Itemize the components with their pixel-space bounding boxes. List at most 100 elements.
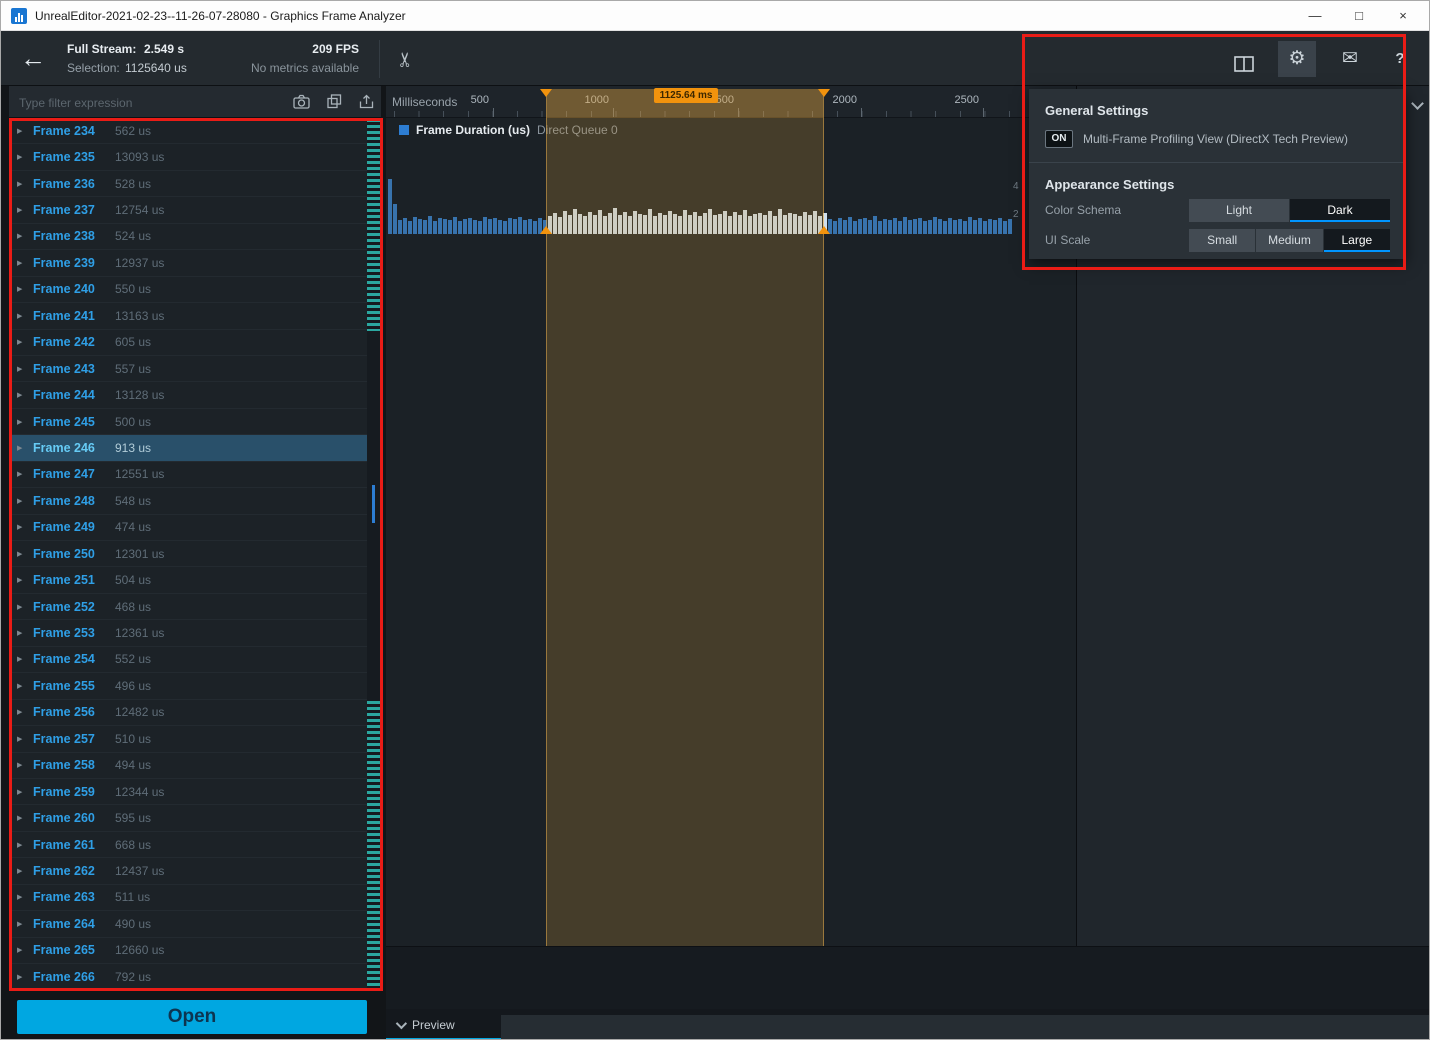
ui-scale-large-button[interactable]: Large (1324, 229, 1390, 252)
expand-arrow-icon[interactable]: ▶ (17, 153, 33, 161)
expand-arrow-icon[interactable]: ▶ (17, 497, 33, 505)
frame-row[interactable]: ▶Frame 257510 us (9, 726, 367, 752)
expand-arrow-icon[interactable]: ▶ (17, 180, 33, 188)
maximize-button[interactable]: □ (1337, 1, 1381, 30)
collapse-panel-chevron-icon[interactable] (1407, 95, 1427, 111)
open-button[interactable]: Open (17, 1000, 367, 1034)
expand-arrow-icon[interactable]: ▶ (17, 682, 33, 690)
expand-arrow-icon[interactable]: ▶ (17, 259, 33, 267)
panel-layout-icon[interactable] (1225, 41, 1263, 77)
expand-arrow-icon[interactable]: ▶ (17, 735, 33, 743)
export-icon[interactable] (359, 94, 374, 109)
frame-row[interactable]: ▶Frame 25312361 us (9, 620, 367, 646)
frame-row[interactable]: ▶Frame 249474 us (9, 515, 367, 541)
frame-name: Frame 253 (33, 626, 105, 640)
expand-arrow-icon[interactable]: ▶ (17, 232, 33, 240)
feedback-mail-icon[interactable]: ✉ (1331, 41, 1369, 77)
copy-icon[interactable] (327, 94, 342, 109)
frame-row[interactable]: ▶Frame 24113163 us (9, 303, 367, 329)
expand-arrow-icon[interactable]: ▶ (17, 708, 33, 716)
frame-row[interactable]: ▶Frame 25012301 us (9, 541, 367, 567)
tab-preview[interactable]: Preview (386, 1009, 501, 1040)
frame-row[interactable]: ▶Frame 24413128 us (9, 382, 367, 408)
expand-arrow-icon[interactable]: ▶ (17, 338, 33, 346)
duration-bar (478, 221, 482, 234)
frame-row[interactable]: ▶Frame 263511 us (9, 885, 367, 911)
ui-scale-small-button[interactable]: Small (1189, 229, 1255, 252)
expand-arrow-icon[interactable]: ▶ (17, 444, 33, 452)
expand-arrow-icon[interactable]: ▶ (17, 946, 33, 954)
expand-arrow-icon[interactable]: ▶ (17, 523, 33, 531)
frame-row[interactable]: ▶Frame 254552 us (9, 647, 367, 673)
expand-arrow-icon[interactable]: ▶ (17, 629, 33, 637)
selection-handle-left-bottom[interactable] (540, 226, 552, 234)
scrollbar-thumb[interactable] (372, 485, 375, 523)
back-button[interactable]: ← (15, 39, 51, 77)
frame-row[interactable]: ▶Frame 242605 us (9, 330, 367, 356)
expand-arrow-icon[interactable]: ▶ (17, 550, 33, 558)
frame-row[interactable]: ▶Frame 240550 us (9, 277, 367, 303)
settings-gear-icon[interactable]: ⚙ (1278, 41, 1316, 77)
duration-bar (433, 221, 437, 234)
frame-row[interactable]: ▶Frame 26512660 us (9, 938, 367, 964)
capture-icon[interactable] (293, 94, 310, 109)
frame-row[interactable]: ▶Frame 252468 us (9, 594, 367, 620)
expand-arrow-icon[interactable]: ▶ (17, 206, 33, 214)
expand-arrow-icon[interactable]: ▶ (17, 788, 33, 796)
color-schema-light-button[interactable]: Light (1189, 199, 1289, 222)
expand-arrow-icon[interactable]: ▶ (17, 867, 33, 875)
expand-arrow-icon[interactable]: ▶ (17, 312, 33, 320)
frame-row[interactable]: ▶Frame 24712551 us (9, 462, 367, 488)
frame-row[interactable]: ▶Frame 23513093 us (9, 144, 367, 170)
trim-scissors-button[interactable]: ✂ (389, 42, 421, 76)
frame-row[interactable]: ▶Frame 255496 us (9, 673, 367, 699)
frame-row[interactable]: ▶Frame 264490 us (9, 911, 367, 937)
close-button[interactable]: × (1381, 1, 1425, 30)
frame-row[interactable]: ▶Frame 260595 us (9, 805, 367, 831)
expand-arrow-icon[interactable]: ▶ (17, 127, 33, 135)
frame-row[interactable]: ▶Frame 236528 us (9, 171, 367, 197)
frame-row[interactable]: ▶Frame 258494 us (9, 753, 367, 779)
selection-handle-left[interactable] (540, 89, 552, 97)
frame-row[interactable]: ▶Frame 23912937 us (9, 250, 367, 276)
expand-arrow-icon[interactable]: ▶ (17, 841, 33, 849)
expand-arrow-icon[interactable]: ▶ (17, 576, 33, 584)
color-schema-dark-button[interactable]: Dark (1290, 199, 1390, 222)
expand-arrow-icon[interactable]: ▶ (17, 655, 33, 663)
frame-row[interactable]: ▶Frame 26212437 us (9, 858, 367, 884)
selection-handle-right-bottom[interactable] (818, 226, 830, 234)
frame-row[interactable]: ▶Frame 234562 us (9, 118, 367, 144)
minimize-button[interactable]: — (1293, 1, 1337, 30)
expand-arrow-icon[interactable]: ▶ (17, 893, 33, 901)
frame-row[interactable]: ▶Frame 251504 us (9, 567, 367, 593)
expand-arrow-icon[interactable]: ▶ (17, 814, 33, 822)
expand-arrow-icon[interactable]: ▶ (17, 285, 33, 293)
frame-row[interactable]: ▶Frame 243557 us (9, 356, 367, 382)
expand-arrow-icon[interactable]: ▶ (17, 365, 33, 373)
frame-row[interactable]: ▶Frame 25612482 us (9, 700, 367, 726)
frame-row[interactable]: ▶Frame 25912344 us (9, 779, 367, 805)
multiframe-toggle[interactable]: ON (1045, 130, 1073, 148)
timeline-selection[interactable] (546, 89, 824, 946)
help-icon[interactable]: ? (1385, 41, 1415, 77)
expand-arrow-icon[interactable]: ▶ (17, 920, 33, 928)
expand-arrow-icon[interactable]: ▶ (17, 761, 33, 769)
frame-row[interactable]: ▶Frame 261668 us (9, 832, 367, 858)
frame-row[interactable]: ▶Frame 246913 us (9, 435, 367, 461)
frame-row[interactable]: ▶Frame 23712754 us (9, 197, 367, 223)
filter-input[interactable] (17, 91, 231, 115)
frame-duration-minimap[interactable] (367, 118, 381, 991)
expand-arrow-icon[interactable]: ▶ (17, 418, 33, 426)
expand-arrow-icon[interactable]: ▶ (17, 391, 33, 399)
expand-arrow-icon[interactable]: ▶ (17, 973, 33, 981)
frame-row[interactable]: ▶Frame 238524 us (9, 224, 367, 250)
expand-arrow-icon[interactable]: ▶ (17, 603, 33, 611)
frame-row[interactable]: ▶Frame 266792 us (9, 964, 367, 990)
frame-row[interactable]: ▶Frame 248548 us (9, 488, 367, 514)
frame-row[interactable]: ▶Frame 245500 us (9, 409, 367, 435)
duration-bar (953, 220, 957, 234)
ui-scale-medium-button[interactable]: Medium (1256, 229, 1322, 252)
selection-handle-right[interactable] (818, 89, 830, 97)
selection-duration-badge[interactable]: 1125.64 ms (654, 88, 718, 103)
expand-arrow-icon[interactable]: ▶ (17, 470, 33, 478)
